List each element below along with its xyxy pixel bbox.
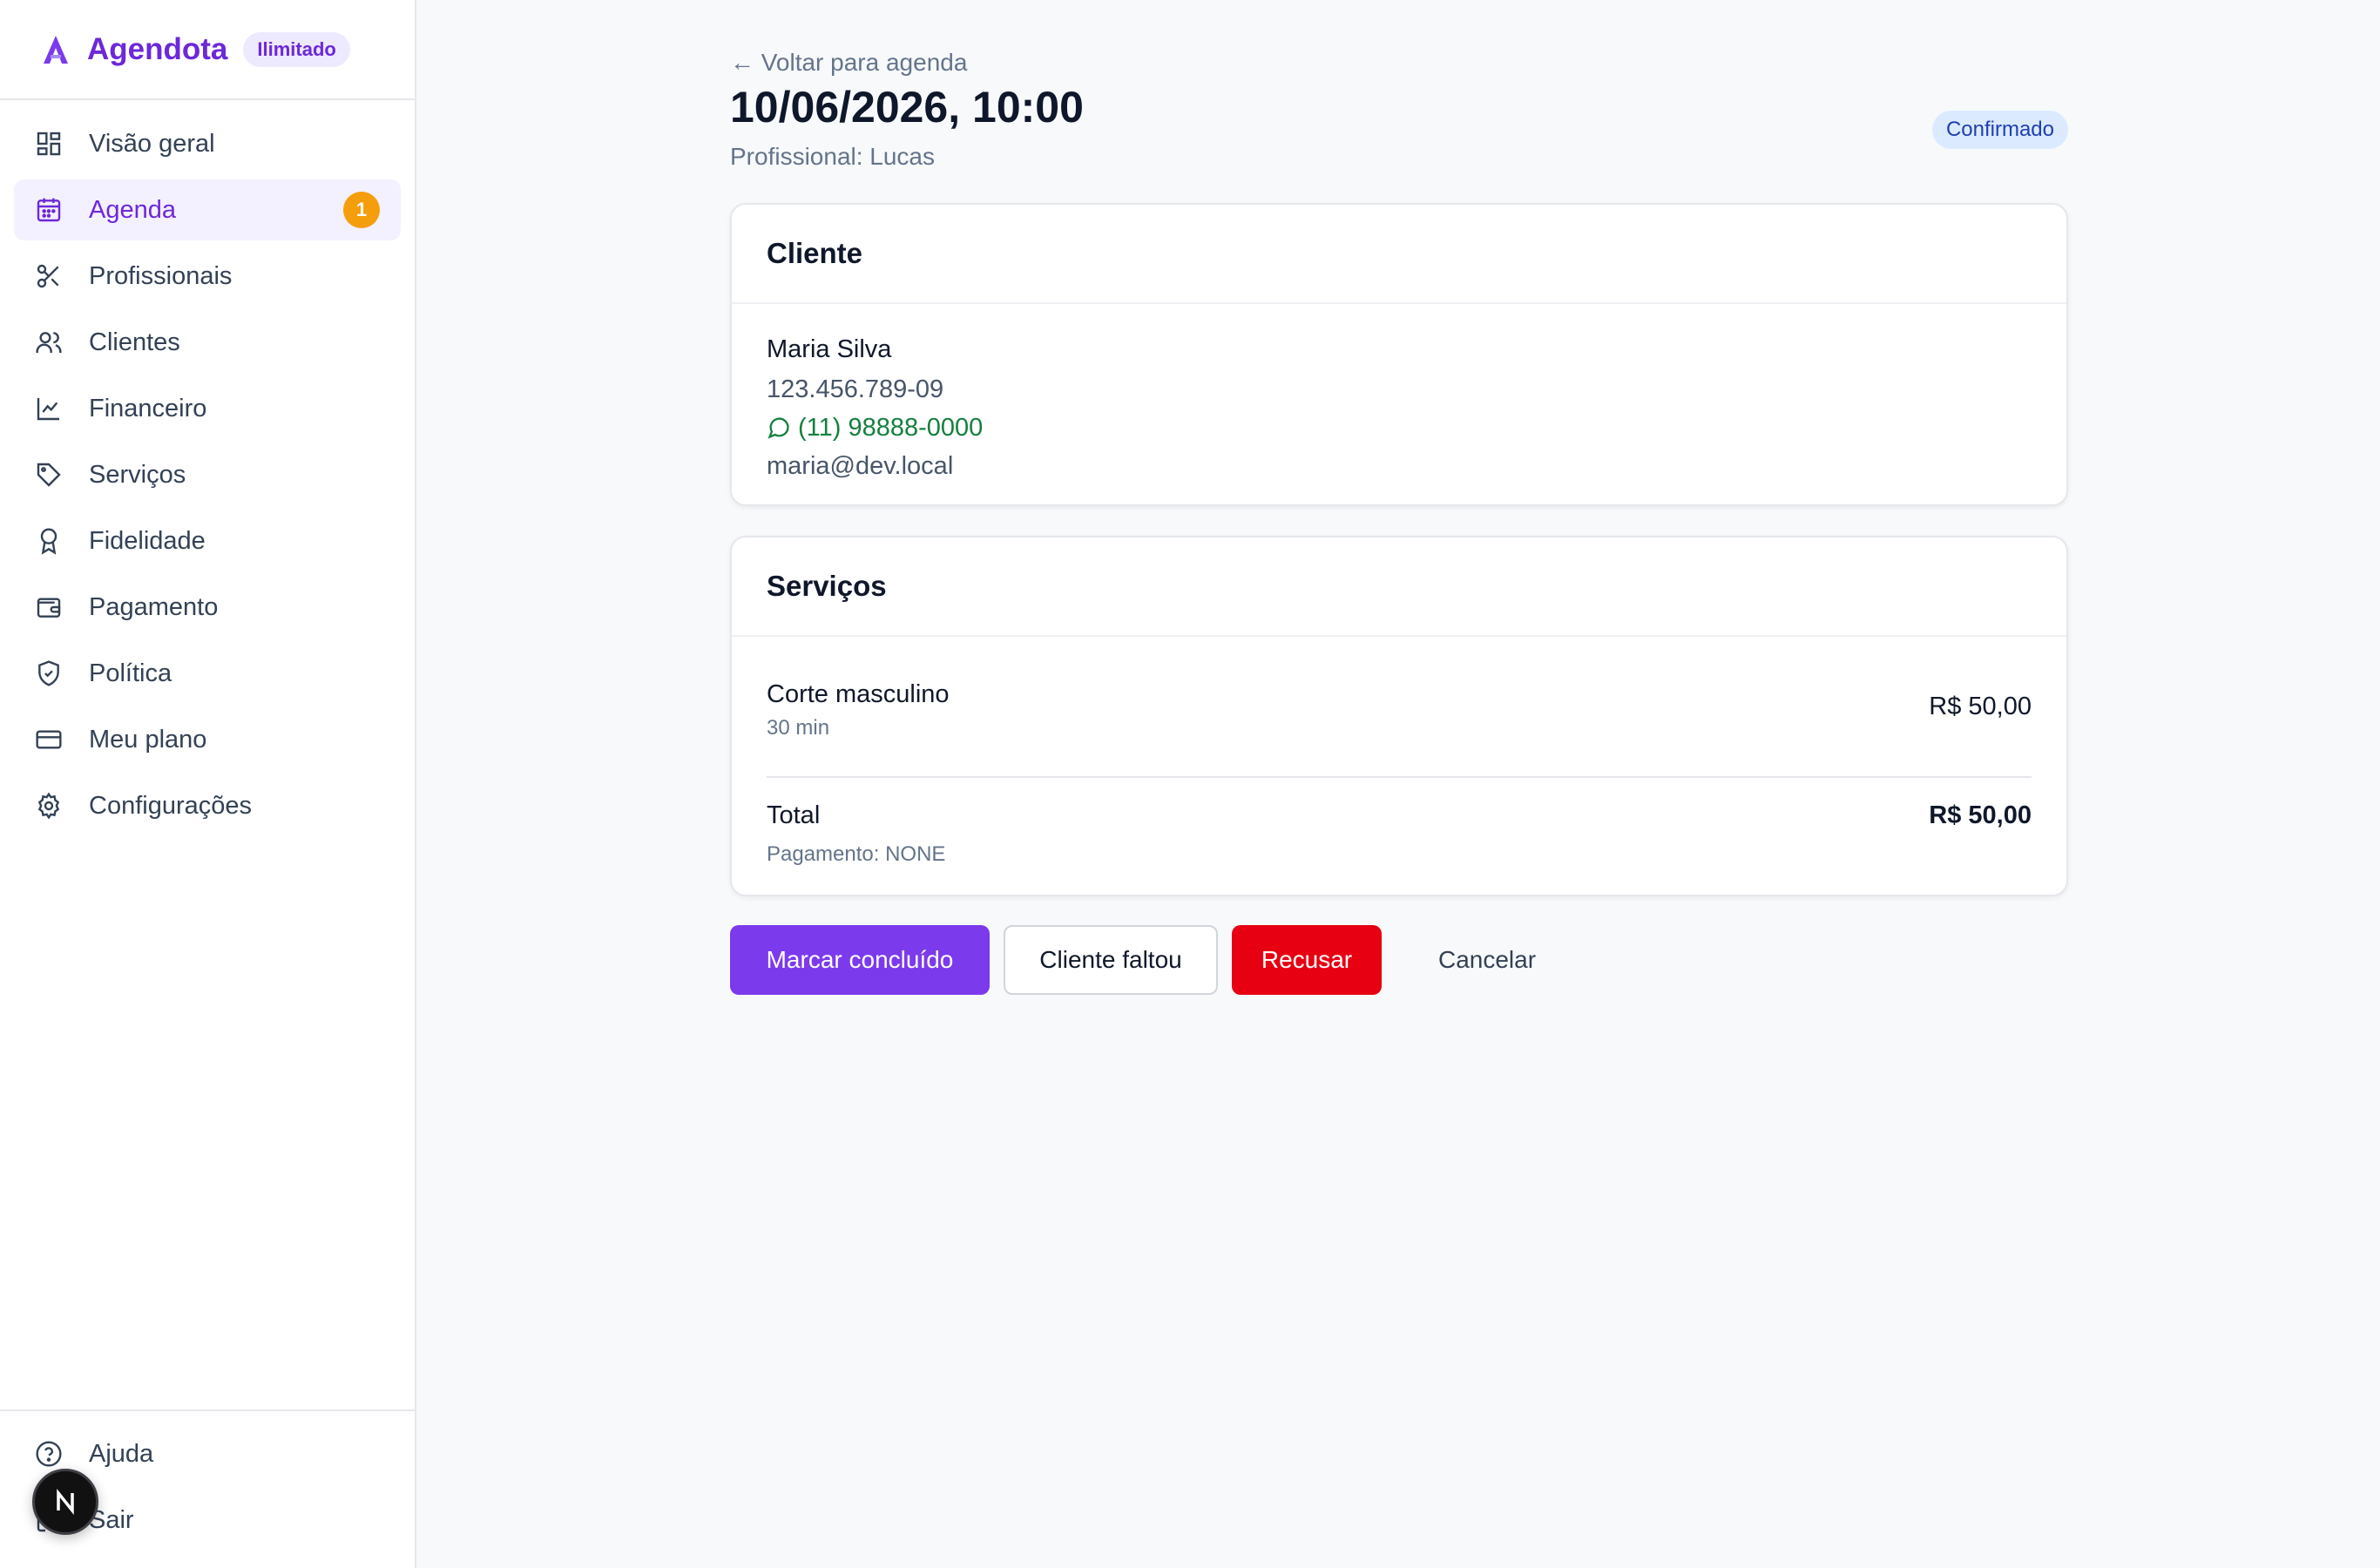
sidebar-item-fidelidade[interactable]: Fidelidade (14, 510, 401, 571)
shield-check-icon (38, 660, 59, 686)
total-price: R$ 50,00 (1929, 801, 2032, 829)
service-name: Corte masculino (767, 680, 950, 708)
sidebar-item-label: Política (89, 659, 172, 687)
service-row: Corte masculino 30 min R$ 50,00 (767, 680, 2032, 740)
sidebar-item-label: Meu plano (89, 725, 207, 754)
line-chart-icon (37, 398, 59, 421)
total-label: Total (767, 801, 821, 829)
appointment-actions: Marcar concluído Cliente faltou Recusar … (730, 925, 1592, 995)
sidebar-item-profissionais[interactable]: Profissionais (14, 246, 401, 307)
sidebar-item-servicos[interactable]: Serviços (14, 444, 401, 505)
total-row: Total R$ 50,00 (767, 801, 2032, 830)
services-card: Serviços Corte masculino 30 min R$ 50,00… (730, 536, 2068, 896)
wallet-icon (37, 598, 61, 618)
status-badge: Confirmado (1931, 111, 2068, 149)
sidebar-item-label: Serviços (89, 460, 186, 489)
client-name: Maria Silva (767, 335, 892, 363)
dashboard-grid-icon (37, 132, 61, 156)
agenda-count-badge: 1 (343, 192, 380, 228)
nextjs-logo-icon (57, 1489, 74, 1515)
nextjs-dev-badge[interactable] (32, 1469, 98, 1535)
whatsapp-chat-icon (767, 417, 789, 439)
brand: Agendota Ilimitado (0, 0, 415, 100)
service-duration: 30 min (767, 716, 830, 740)
sidebar-item-clientes[interactable]: Clientes (14, 312, 401, 373)
help-circle-icon (36, 1441, 62, 1467)
sidebar-item-financeiro[interactable]: Financeiro (14, 378, 401, 439)
sidebar-item-meu-plano[interactable]: Meu plano (14, 709, 401, 770)
sidebar-item-label: Financeiro (89, 394, 207, 422)
sidebar-item-label: Clientes (89, 328, 180, 356)
brand-name[interactable]: Agendota (87, 32, 227, 67)
credit-card-icon (36, 730, 62, 749)
tag-icon (37, 463, 61, 487)
refuse-button[interactable]: Recusar (1232, 925, 1382, 995)
sidebar-item-label: Fidelidade (89, 526, 206, 555)
sidebar-item-label: Configurações (89, 791, 252, 820)
calendar-icon (37, 198, 61, 222)
client-email: maria@dev.local (767, 452, 954, 480)
client-phone: (11) 98888-0000 (798, 414, 984, 442)
plan-badge: Ilimitado (243, 31, 350, 67)
sidebar-item-visao-geral[interactable]: Visão geral (14, 113, 401, 174)
page-title: 10/06/2026, 10:00 (730, 83, 1084, 132)
client-cpf: 123.456.789-09 (767, 375, 944, 403)
services-card-header: Serviços (732, 537, 2066, 637)
sidebar-item-label: Sair (89, 1505, 134, 1534)
service-info: Corte masculino 30 min (767, 680, 950, 740)
sidebar-item-label: Agenda (89, 195, 176, 224)
client-card-header: Cliente (732, 205, 2066, 304)
cancel-button[interactable]: Cancelar (1396, 925, 1579, 995)
mark-completed-button[interactable]: Marcar concluído (730, 925, 990, 995)
gear-icon (37, 792, 60, 820)
divider (767, 776, 2032, 778)
client-no-show-button[interactable]: Cliente faltou (1004, 925, 1218, 995)
sidebar-item-pagamento[interactable]: Pagamento (14, 577, 401, 638)
back-to-agenda-link[interactable]: ← Voltar para agenda (730, 49, 967, 77)
payment-method: Pagamento: NONE (767, 842, 946, 866)
client-card: Cliente Maria Silva 123.456.789-09 (11) … (730, 203, 2068, 506)
sidebar: Agendota Ilimitado Visão geral Agenda 1 … (0, 0, 416, 1568)
sidebar-nav: Visão geral Agenda 1 Profissionais Clien… (0, 100, 415, 836)
sidebar-item-label: Ajuda (89, 1439, 154, 1468)
client-details: Maria Silva 123.456.789-09 (11) 98888-00… (732, 304, 2066, 485)
scissors-icon (37, 264, 59, 288)
users-icon (36, 332, 62, 353)
sidebar-item-label: Profissionais (89, 261, 233, 290)
sidebar-item-agenda[interactable]: Agenda 1 (14, 179, 401, 240)
sidebar-item-label: Pagamento (89, 592, 219, 621)
sidebar-item-politica[interactable]: Política (14, 643, 401, 704)
professional-label: Profissional: Lucas (730, 143, 936, 170)
award-icon (40, 528, 57, 555)
service-price: R$ 50,00 (1929, 693, 2032, 720)
client-whatsapp-link[interactable]: (11) 98888-0000 (767, 409, 2032, 447)
sidebar-item-configuracoes[interactable]: Configurações (14, 775, 401, 836)
sidebar-item-label: Visão geral (89, 129, 215, 158)
agendota-logo-icon (44, 35, 68, 64)
